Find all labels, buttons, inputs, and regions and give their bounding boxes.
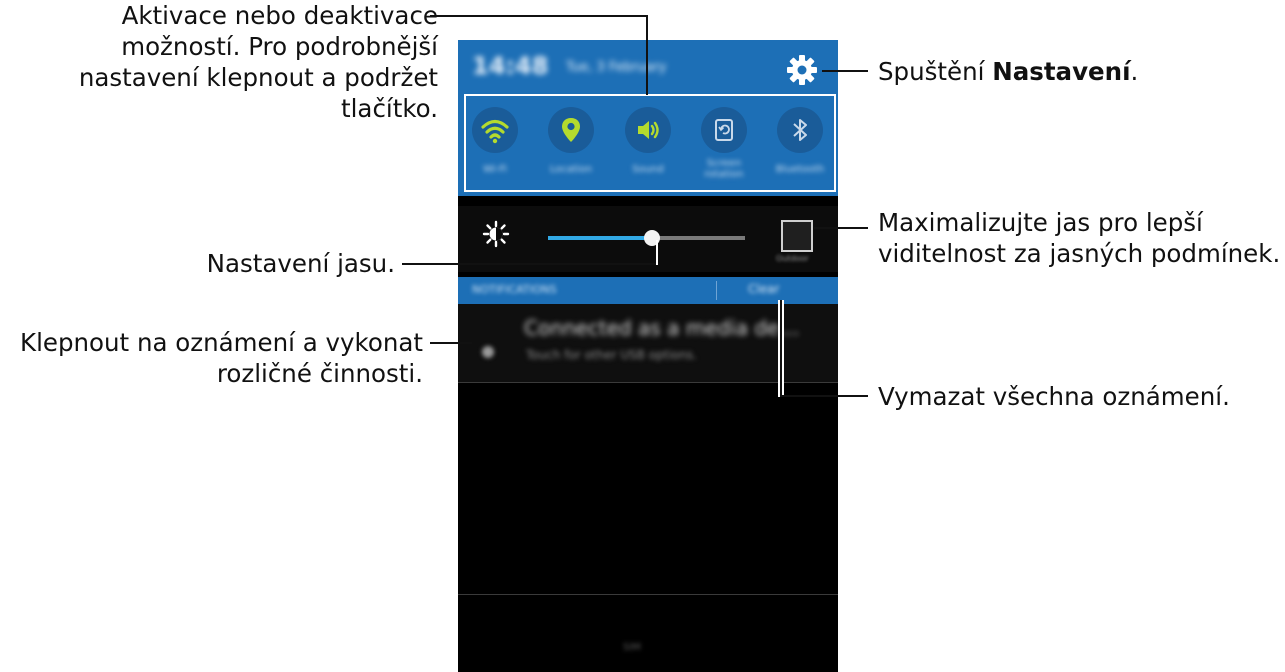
notification-title: Connected as a media de… — [524, 316, 800, 340]
leader-clear-h — [780, 395, 868, 397]
leader-brightness-v — [656, 240, 658, 265]
status-date: Tue, 3 February — [566, 60, 667, 75]
usb-icon — [482, 346, 494, 358]
clear-button[interactable]: Clear — [748, 282, 779, 296]
brightness-icon — [482, 220, 510, 248]
leader-clear-v — [780, 300, 782, 397]
outdoor-mode-checkbox[interactable] — [781, 220, 813, 252]
notifications-title: NOTIFICATIONS — [472, 283, 557, 296]
bottom-divider — [458, 594, 838, 595]
leader-outdoor — [814, 227, 868, 229]
leader-quick-settings-v — [646, 15, 648, 95]
brightness-slider-fill — [548, 236, 653, 240]
status-time: 14:48 — [472, 52, 549, 80]
leader-notification — [430, 342, 472, 344]
status-bar: 14:48 Tue, 3 February — [458, 40, 838, 94]
brightness-slider-thumb[interactable] — [644, 230, 661, 246]
callout-clear: Vymazat všechna oznámení. — [878, 382, 1230, 411]
bottom-sim-label: SIM — [623, 642, 641, 653]
callout-settings: Spuštění Nastavení. — [878, 57, 1139, 86]
callout-notification: Klepnout na oznámení a vykonat rozličné … — [20, 328, 423, 388]
callout-outdoor: Maximalizujte jas pro lepší viditelnost … — [878, 208, 1281, 268]
callout-brightness: Nastavení jasu. — [206, 249, 395, 278]
quick-settings-highlight — [464, 94, 836, 192]
leader-brightness-h — [402, 263, 658, 265]
header-divider — [716, 281, 717, 300]
brightness-slider[interactable] — [548, 230, 745, 246]
leader-settings — [822, 70, 868, 72]
notification-subtitle: Touch for other USB options. — [526, 348, 697, 362]
outdoor-mode-label: Outdoor — [776, 254, 809, 263]
settings-button[interactable] — [784, 52, 820, 88]
callout-quick-settings: Aktivace nebo deaktivace možností. Pro p… — [78, 1, 438, 123]
gear-icon — [787, 55, 817, 85]
leader-quick-settings-h — [430, 15, 648, 17]
